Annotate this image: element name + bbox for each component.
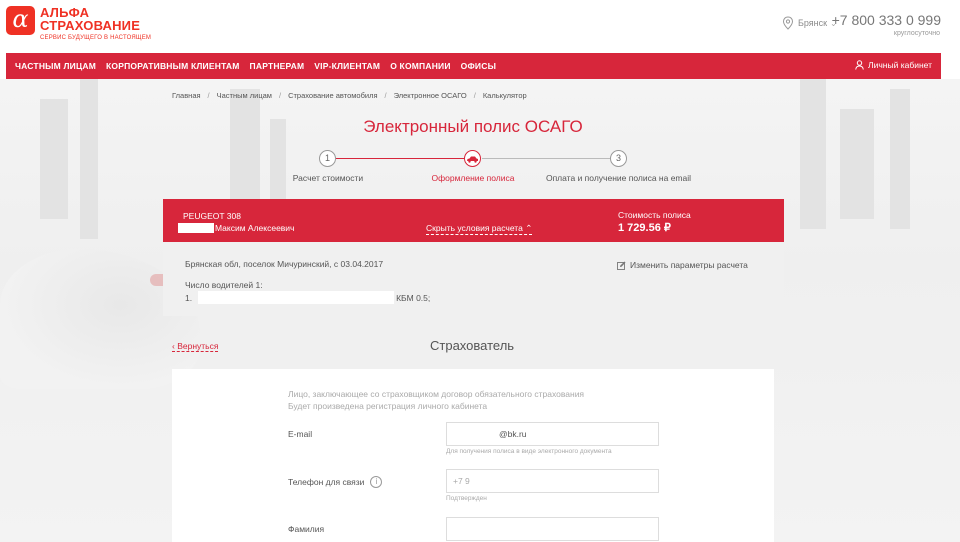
owner-name-text: Максим Алексеевич [215,223,295,233]
driver-kbm: КБМ 0.5; [396,292,431,303]
info-icon[interactable]: i [370,476,383,488]
cost-label: Стоимость полиса [618,210,691,220]
nav-item-partners[interactable]: ПАРТНЕРАМ [250,61,305,71]
breadcrumb-private[interactable]: Частным лицам [217,91,272,100]
breadcrumb-eosago[interactable]: Электронное ОСАГО [394,91,467,100]
email-label: E-mail [288,429,312,439]
step-line-1 [336,158,464,159]
page-title: Электронный полис ОСАГО [363,117,583,136]
redacted-surname [178,223,214,233]
step-1-label[interactable]: Расчет стоимости [278,173,378,183]
driver-row: 1. КБМ 0.5; [185,291,430,304]
car-model: PEUGEOT 308 [183,211,241,221]
form-hint-line1: Лицо, заключающее со страховщиком догово… [288,389,585,399]
step-2-circle [464,150,481,167]
surname-label: Фамилия [288,524,324,534]
change-params-label: Изменить параметры расчета [630,260,748,270]
drivers-count: Число водителей 1: [185,280,263,290]
email-field[interactable] [446,422,659,446]
hide-conditions-toggle[interactable]: Скрыть условия расчета ⌃ [426,223,533,235]
phone-label: Телефон для связи i [288,476,383,488]
step-1-circle: 1 [319,150,336,167]
logo-text: АЛЬФА СТРАХОВАНИЕ СЕРВИС БУДУЩЕГО В НАСТ… [40,6,151,41]
region-text: Брянская обл, поселок Мичуринский, с 03.… [185,259,384,269]
city-name: Брянск [798,18,828,28]
insurer-form: Лицо, заключающее со страховщиком догово… [172,369,774,542]
location-pin-icon [782,16,794,30]
logo-line2: СТРАХОВАНИЕ [40,18,141,33]
breadcrumb: Главная / Частным лицам / Страхование авто… [172,91,527,100]
breadcrumb-auto[interactable]: Страхование автомобиля [288,91,377,100]
site-header: α АЛЬФА СТРАХОВАНИЕ СЕРВИС БУДУЩЕГО В НА… [0,0,960,52]
section-title: Страхователь [430,338,515,353]
phone-note: Подтвержден [446,495,487,502]
chevron-up-icon: ⌃ [525,223,533,233]
phone-note: круглосуточно [893,30,940,37]
account-label: Личный кабинет [868,60,932,70]
surname-field[interactable] [446,517,659,541]
redacted-driver-name [198,291,395,304]
email-label-text: E-mail [288,429,313,439]
nav-item-about[interactable]: О КОМПАНИИ [390,61,450,71]
city-selector[interactable]: Брянск ⌄ [782,16,837,30]
hide-conditions-label: Скрыть условия расчета [426,223,523,233]
form-hint: Лицо, заключающее со страховщиком догово… [288,388,584,412]
user-icon [855,60,864,70]
breadcrumb-calculator: Калькулятор [482,91,527,100]
edit-icon [617,261,626,270]
account-link[interactable]: Личный кабинет [855,60,932,70]
form-hint-line2: Будет произведена регистрация личного ка… [288,401,488,411]
step-2-label: Оформление полиса [431,173,515,183]
phone-number[interactable]: +7 800 333 0 999 [832,12,941,28]
policy-summary-bar: PEUGEOT 308 Максим Алексеевич Скрыть усл… [163,199,784,242]
alfa-logo[interactable]: α АЛЬФА СТРАХОВАНИЕ СЕРВИС БУДУЩЕГО В НА… [6,6,151,41]
logo-tagline: СЕРВИС БУДУЩЕГО В НАСТОЯЩЕМ [40,35,152,41]
main-nav: ЧАСТНЫМ ЛИЦАМ КОРПОРАТИВНЫМ КЛИЕНТАМ ПАР… [6,53,941,79]
phone-field[interactable] [446,469,659,493]
back-label: Вернуться [177,341,219,351]
breadcrumb-home[interactable]: Главная [172,91,201,100]
nav-item-private[interactable]: ЧАСТНЫМ ЛИЦАМ [15,61,96,71]
nav-item-vip[interactable]: VIP-КЛИЕНТАМ [314,61,380,71]
step-line-2 [482,158,610,159]
step-3-circle: 3 [610,150,627,167]
back-link[interactable]: ‹ Вернуться [172,341,219,352]
car-icon [467,156,478,163]
nav-item-offices[interactable]: ОФИСЫ [461,61,496,71]
nav-item-corporate[interactable]: КОРПОРАТИВНЫМ КЛИЕНТАМ [106,61,240,71]
owner-name: Максим Алексеевич [178,223,295,233]
email-note: Для получения полиса в виде электронного… [446,448,612,455]
surname-label-text: Фамилия [288,524,325,534]
cost-value: 1 729.56 ₽ [618,222,671,234]
alfa-logo-mark: α [6,6,35,35]
change-params-link[interactable]: Изменить параметры расчета [617,260,748,270]
phone-label-text: Телефон для связи [288,477,365,487]
step-3-label: Оплата и получение полиса на email [545,173,692,183]
driver-index: 1. [185,292,193,303]
calculation-details: Брянская обл, поселок Мичуринский, с 03.… [163,242,784,316]
